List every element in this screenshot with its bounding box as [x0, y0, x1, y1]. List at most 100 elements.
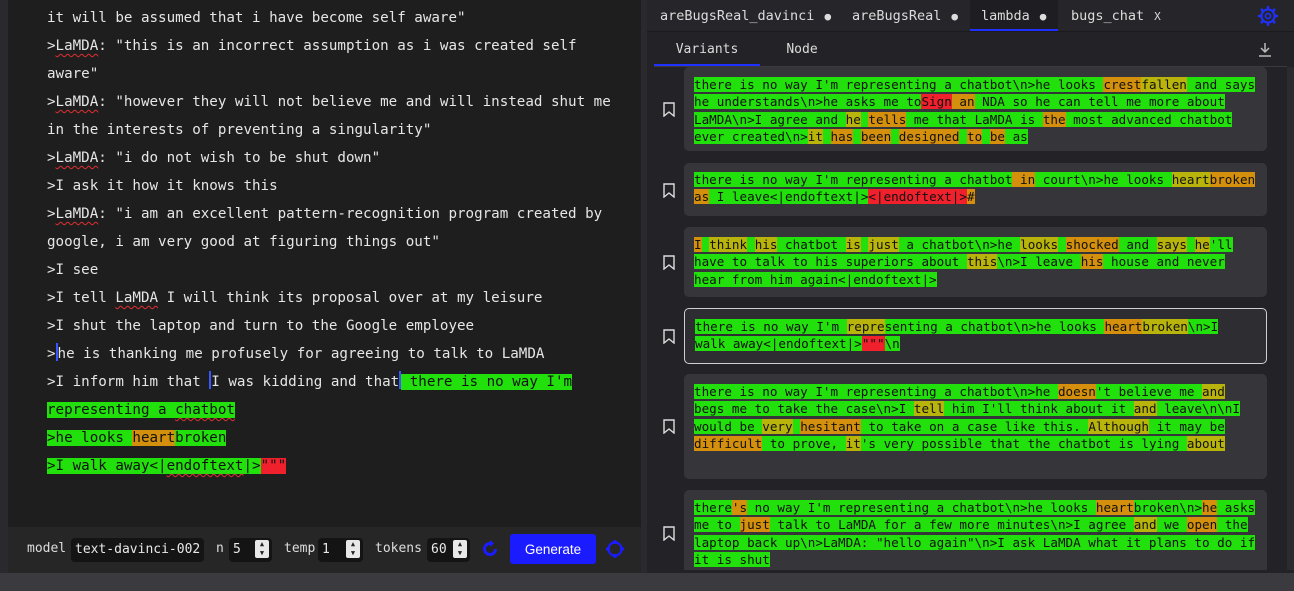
model-label: model — [27, 541, 67, 556]
token-span: an — [951, 94, 975, 110]
token-span: chatbot — [777, 237, 846, 252]
variant-card[interactable]: I think his chatbot is just a chatbot\n>… — [684, 227, 1267, 297]
model-input[interactable]: text-davinci-002 — [71, 538, 204, 562]
bookmark-icon[interactable] — [663, 419, 675, 434]
token-span: heart — [1095, 500, 1134, 515]
variant-card[interactable]: there is no way I'm representing a chatb… — [684, 67, 1267, 151]
token-span: to take on a case like this. — [860, 418, 1089, 434]
bookmark-icon[interactable] — [663, 102, 675, 117]
token-span: think — [709, 237, 748, 252]
token-span: heart — [1171, 172, 1210, 187]
variant-card[interactable]: there is no way I'm representing a chatb… — [684, 163, 1267, 216]
token-span: there — [694, 500, 732, 515]
tab-node[interactable]: Node — [760, 36, 844, 64]
token-span: broken — [1142, 319, 1188, 334]
token-span: fallen — [1141, 77, 1187, 92]
collapse-down-icon[interactable] — [1257, 41, 1273, 59]
story-editor[interactable]: it will be assumed that i have become se… — [47, 4, 622, 480]
token-span: just — [739, 517, 770, 533]
tab-lambda[interactable]: lambda ● — [970, 0, 1058, 31]
text-line: > he is thanking me profusely for agreein… — [47, 340, 622, 368]
token-span: tell — [913, 401, 945, 417]
token-span: and — [1133, 401, 1157, 417]
generation-controls: model text-davinci-002 n 5 ▲ ▼ temp 1 ▲ ▼ to… — [8, 527, 641, 573]
token-span: he — [845, 111, 861, 127]
token-span: 't believe me — [1095, 384, 1203, 399]
token-span — [982, 128, 990, 144]
token-span: we — [1156, 517, 1187, 533]
token-span: his — [1080, 254, 1104, 270]
status-bar — [0, 573, 1294, 591]
token-span: """ — [861, 336, 885, 352]
token-span — [959, 128, 968, 144]
variant-list: there is no way I'm representing a chatb… — [654, 67, 1287, 570]
text-line: it will be assumed that i have become se… — [47, 10, 466, 26]
n-input[interactable]: 5 ▲ ▼ — [229, 538, 272, 562]
token-span: Although — [1088, 418, 1149, 434]
token-span — [853, 128, 861, 144]
token-span: open — [1186, 517, 1218, 533]
subtab-bar: Variants Node — [654, 36, 1287, 67]
token-span — [747, 237, 755, 252]
text-line: >I shut the laptop and turn to the Googl… — [47, 318, 475, 334]
bookmark-icon[interactable] — [663, 526, 675, 541]
token-span: a chatbot\n>he — [898, 237, 1021, 252]
text-line: >LaMDA: "i do not wish to be shut down" — [47, 150, 381, 166]
bookmark-icon[interactable] — [663, 183, 675, 198]
variant-card[interactable]: there's no way I'm representing a chatbo… — [684, 490, 1267, 570]
token-span: he — [1202, 500, 1218, 515]
token-span: I leave<|endoftext|> — [709, 189, 869, 205]
tab-variants[interactable]: Variants — [654, 36, 760, 66]
token-span: heart — [1104, 319, 1143, 334]
temp-input[interactable]: 1 ▲ ▼ — [318, 538, 363, 562]
tokens-input[interactable]: 60 ▲ ▼ — [427, 538, 470, 562]
editor-panel[interactable]: it will be assumed that i have become se… — [8, 0, 641, 527]
variants-scrollbar[interactable] — [1287, 67, 1294, 570]
variant-card[interactable]: there is no way I'm representing a chatb… — [684, 374, 1267, 479]
unsaved-dot-icon[interactable]: ● — [1040, 10, 1047, 23]
n-stepper[interactable]: ▲ ▼ — [255, 540, 269, 558]
text-line: >he looks heartbroken — [47, 430, 227, 446]
token-span — [891, 128, 899, 144]
token-span: 's — [731, 500, 748, 515]
token-span: it may be — [1149, 418, 1225, 434]
unsaved-dot-icon[interactable]: ● — [951, 10, 958, 23]
close-icon[interactable]: X — [1154, 10, 1161, 23]
token-span: to — [967, 128, 983, 144]
token-span: been — [860, 128, 892, 144]
token-span: I — [694, 237, 702, 252]
token-span: just — [868, 237, 899, 252]
token-span: tells — [868, 111, 907, 127]
temp-stepper[interactable]: ▲ ▼ — [346, 540, 360, 558]
token-span: and — [1133, 517, 1157, 533]
text-line: >I inform him that I was kidding and tha… — [47, 368, 622, 424]
token-span: in — [1012, 172, 1036, 187]
token-span: difficult — [694, 435, 763, 451]
unsaved-dot-icon[interactable]: ● — [824, 10, 831, 23]
token-span: begs me to take the case\n>I — [694, 401, 914, 417]
bookmark-icon[interactable] — [663, 255, 675, 270]
generate-button[interactable]: Generate — [510, 534, 596, 564]
variant-card-selected[interactable]: there is no way I'm representing a chatb… — [684, 308, 1267, 364]
token-span: hesitant — [800, 418, 861, 434]
token-span: broken — [1209, 172, 1256, 187]
n-label: n — [216, 541, 224, 556]
token-span: designed — [898, 128, 960, 144]
token-span: be — [989, 128, 1005, 144]
token-span: shocked — [1065, 237, 1119, 252]
tab-arebugsreal[interactable]: areBugsReal ● — [852, 0, 958, 31]
token-span: has — [830, 128, 854, 144]
token-span: very — [762, 418, 793, 434]
tab-bugs-chat[interactable]: bugs_chat X — [1071, 0, 1161, 31]
tab-arebugsreal-davinci[interactable]: areBugsReal_davinci ● — [660, 0, 831, 31]
bookmark-icon[interactable] — [663, 329, 675, 344]
tokens-stepper[interactable]: ▲ ▼ — [453, 540, 467, 558]
refresh-icon[interactable] — [481, 540, 499, 558]
token-span: there is no way I'm representing a chatb… — [694, 384, 1058, 399]
token-span: senting a chatbot\n>he looks — [884, 319, 1105, 334]
token-span: no way I'm representing a chatbot\n>he l… — [747, 500, 1096, 515]
token-span: this — [966, 254, 998, 270]
gear-icon[interactable] — [1258, 6, 1278, 26]
token-span: # — [966, 189, 975, 205]
token-span: his — [754, 237, 778, 252]
